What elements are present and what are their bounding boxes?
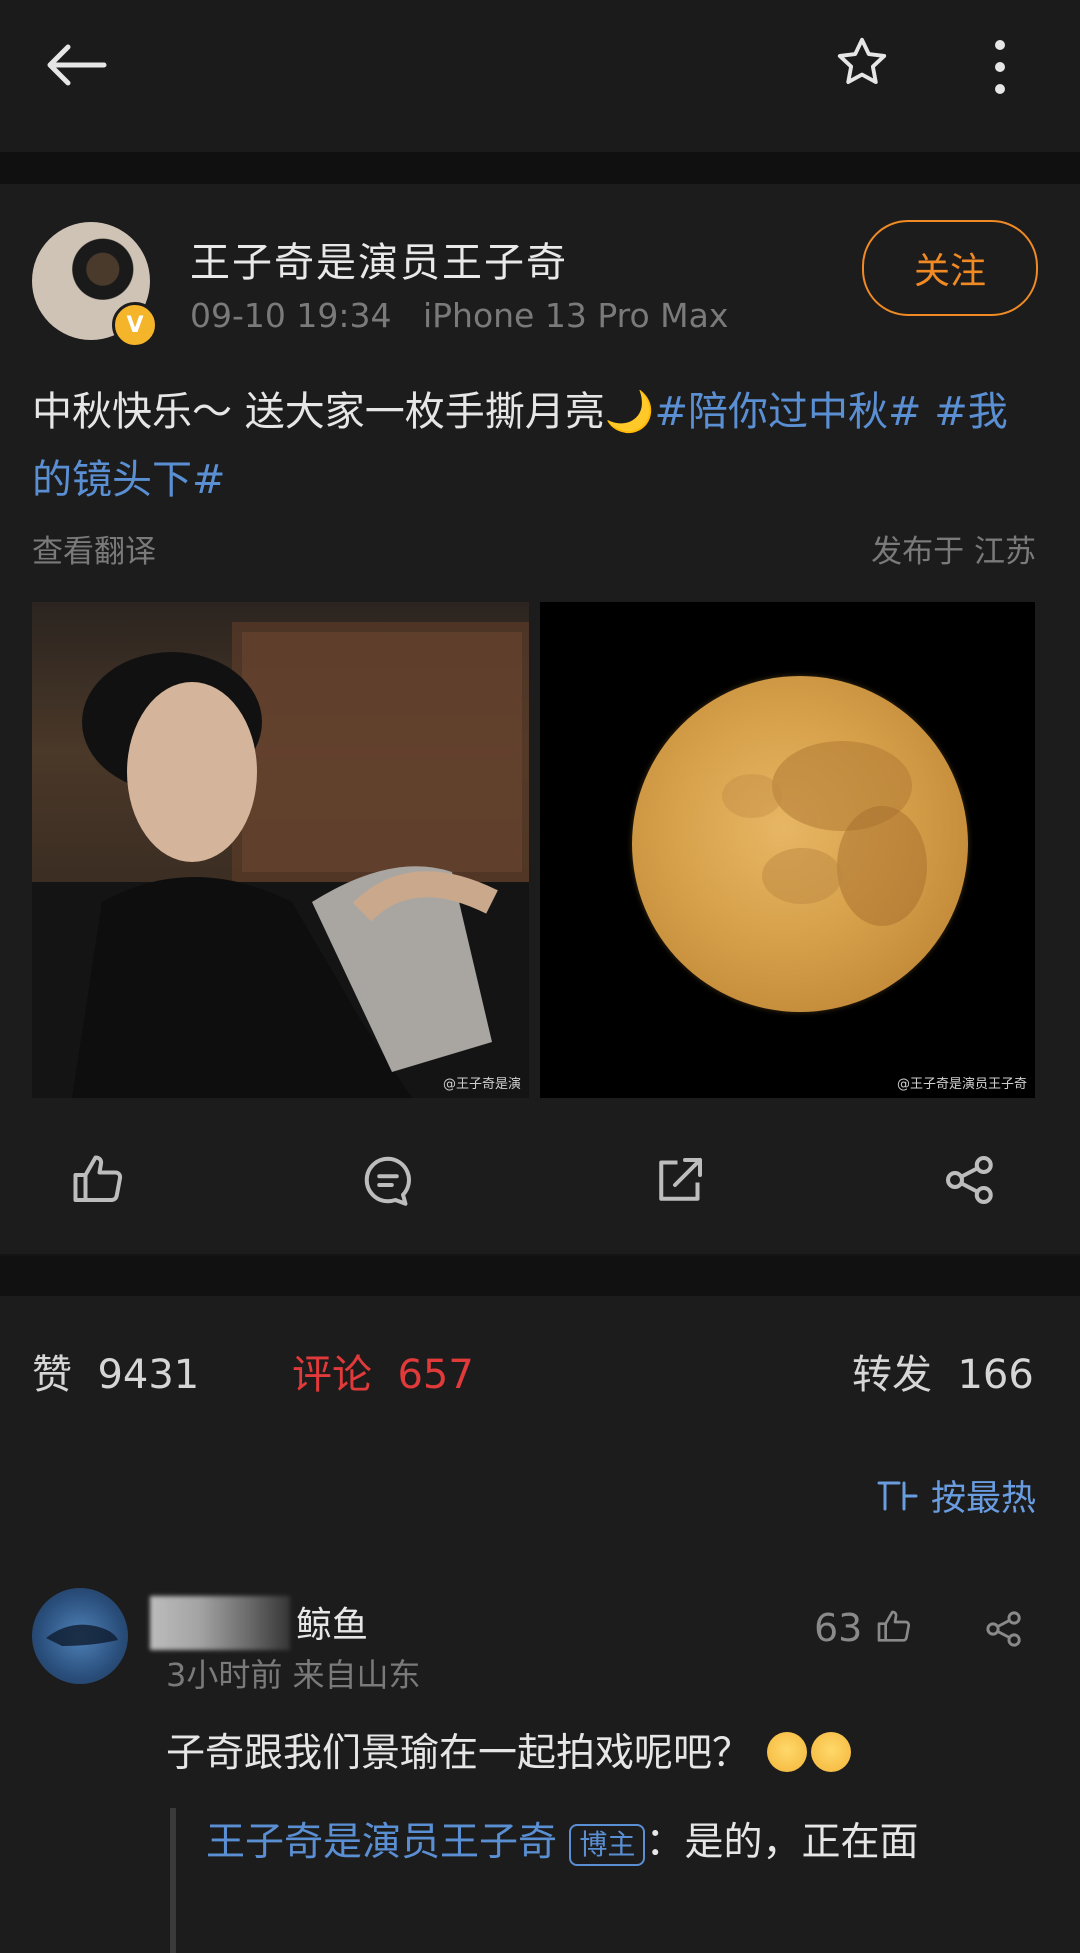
repost-icon[interactable] [650, 1150, 710, 1210]
follow-button[interactable]: 关注 [862, 220, 1038, 316]
commenter-name[interactable]: 鲸鱼 [296, 1596, 368, 1648]
image-watermark: @王子奇是演 [442, 1077, 521, 1092]
reply-author[interactable]: 王子奇是演员王子奇 [206, 1820, 557, 1865]
share-icon[interactable] [940, 1150, 1000, 1210]
post-location: 发布于 江苏 [871, 534, 1036, 570]
sort-hot-button[interactable]: 按最热 [876, 1470, 1036, 1521]
comments-tab[interactable]: 评论 657 [292, 1342, 474, 1400]
verified-badge: V [112, 302, 158, 348]
comment-like-button[interactable]: 63 [814, 1606, 914, 1650]
post-image-moon[interactable]: @王子奇是演员王子奇 [540, 602, 1035, 1098]
moon-shape [632, 676, 968, 1012]
comment-text: 子奇跟我们景瑜在一起拍戏呢吧？ [166, 1722, 852, 1778]
comment-share-icon[interactable] [976, 1604, 1032, 1654]
reply-text: ：是的，正在面 [645, 1820, 919, 1865]
back-arrow-icon[interactable] [36, 30, 116, 100]
like-icon[interactable] [68, 1150, 128, 1210]
smile-emoji-icon [767, 1732, 808, 1772]
post-meta: 09-10 19:34 iPhone 13 Pro Max [190, 296, 728, 335]
post-text-body: 中秋快乐～ 送大家一枚手撕月亮 [32, 389, 605, 435]
post-device: iPhone 13 Pro Max [422, 296, 729, 335]
reply-preview[interactable]: 王子奇是演员王子奇 博主 ：是的，正在面 [170, 1808, 1050, 1953]
divider [0, 152, 1080, 184]
comment-icon[interactable] [358, 1150, 418, 1210]
reposts-tab[interactable]: 转发 166 [852, 1342, 1034, 1400]
moon-emoji-icon: 🌙 [604, 389, 655, 435]
like-icon [878, 1610, 911, 1642]
likes-label: 赞 [32, 1352, 72, 1398]
more-vertical-icon[interactable] [980, 34, 1020, 100]
reposts-count: 166 [957, 1352, 1034, 1398]
divider [0, 1256, 1080, 1296]
post-image-portrait[interactable]: @王子奇是演 [32, 602, 529, 1098]
commenter-name-blurred [150, 1596, 290, 1650]
post-text: 中秋快乐～ 送大家一枚手撕月亮🌙#陪你过中秋# #我的镜头下# [32, 378, 1042, 514]
top-bar [0, 0, 1080, 152]
hashtag-mid-autumn[interactable]: #陪你过中秋# [655, 389, 922, 435]
reposts-label: 转发 [852, 1352, 932, 1398]
comment-text-body: 子奇跟我们景瑜在一起拍戏呢吧？ [166, 1731, 752, 1776]
likes-tab[interactable]: 赞 9431 [32, 1342, 199, 1400]
author-name[interactable]: 王子奇是演员王子奇 [190, 230, 568, 288]
star-icon[interactable] [830, 30, 894, 94]
likes-count: 9431 [97, 1352, 200, 1398]
comment-meta: 3小时前 来自山东 [166, 1656, 421, 1694]
sort-icon [877, 1481, 918, 1511]
sort-label: 按最热 [930, 1479, 1036, 1519]
comment-like-count: 63 [814, 1606, 863, 1650]
smile-emoji-icon [811, 1732, 852, 1772]
comments-count: 657 [397, 1352, 474, 1398]
comments-label: 评论 [292, 1352, 372, 1398]
post-time: 09-10 19:34 [190, 296, 392, 335]
translate-link[interactable]: 查看翻译 [32, 526, 156, 571]
host-badge: 博主 [569, 1823, 646, 1866]
image-watermark: @王子奇是演员王子奇 [896, 1077, 1027, 1092]
commenter-avatar[interactable] [32, 1588, 128, 1684]
